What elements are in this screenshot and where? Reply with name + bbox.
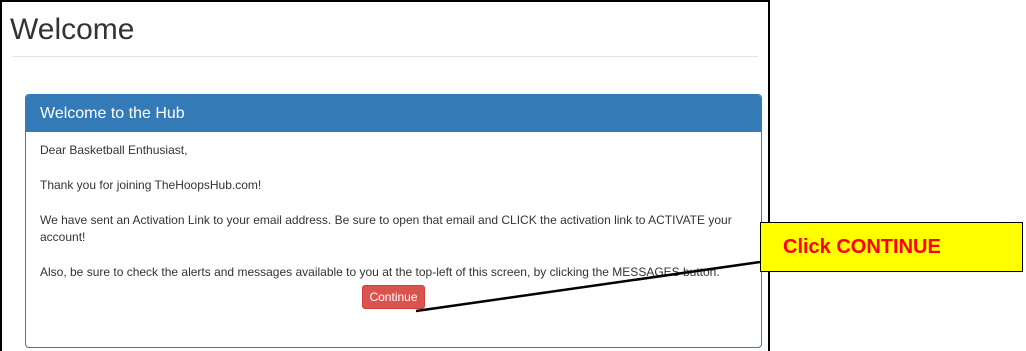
page-title: Welcome	[10, 13, 135, 46]
panel-heading: Welcome to the Hub	[26, 95, 761, 132]
activation-text: We have sent an Activation Link to your …	[40, 213, 732, 244]
title-divider	[12, 56, 758, 57]
panel-body: Dear Basketball Enthusiast, Thank you fo…	[26, 132, 761, 309]
thanks-text: Thank you for joining TheHoopsHub.com!	[40, 178, 262, 192]
alerts-text: Also, be sure to check the alerts and me…	[40, 265, 720, 279]
welcome-panel: Welcome to the Hub Dear Basketball Enthu…	[25, 94, 762, 348]
button-row: Continue	[40, 285, 747, 309]
app-frame: Welcome Welcome to the Hub Dear Basketba…	[0, 0, 770, 351]
click-continue-callout: Click CONTINUE	[760, 222, 1023, 272]
continue-button[interactable]: Continue	[362, 285, 425, 309]
greeting-text: Dear Basketball Enthusiast,	[40, 143, 188, 157]
